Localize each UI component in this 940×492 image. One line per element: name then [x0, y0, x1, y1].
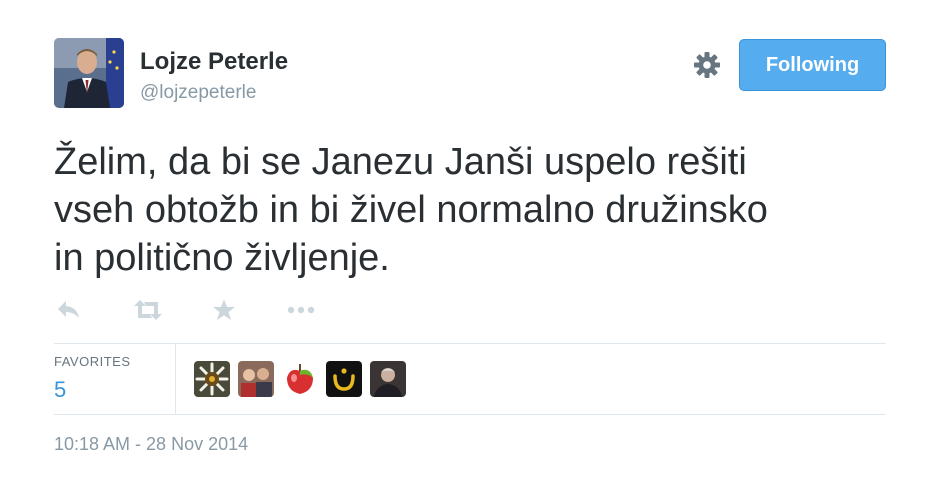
- gear-icon[interactable]: [693, 51, 721, 79]
- tweet-stats: FAVORITES 5: [54, 343, 886, 415]
- favorites-count[interactable]: 5: [54, 377, 66, 403]
- favoriter-avatar[interactable]: [326, 361, 362, 397]
- stats-divider: [175, 344, 176, 414]
- favoriter-avatar[interactable]: [238, 361, 274, 397]
- more-icon[interactable]: [286, 298, 316, 327]
- tweet-text: Želim, da bi se Janezu Janši uspelo reši…: [54, 138, 894, 282]
- reply-icon[interactable]: [56, 298, 82, 327]
- favoriter-avatar[interactable]: [370, 361, 406, 397]
- tweet-timestamp[interactable]: 10:18 AM - 28 Nov 2014: [54, 434, 248, 455]
- avatar[interactable]: [54, 38, 124, 108]
- favoriter-avatar[interactable]: [282, 361, 318, 397]
- author-name[interactable]: Lojze Peterle: [140, 48, 288, 76]
- tweet-text-line-1: Želim, da bi se Janezu Janši uspelo reši…: [54, 141, 747, 183]
- retweet-icon[interactable]: [132, 298, 164, 327]
- favorites-label: FAVORITES: [54, 354, 131, 369]
- star-icon[interactable]: [212, 298, 236, 327]
- following-button-label: Following: [765, 53, 860, 76]
- tweet-card: Lojze Peterle @lojzepeterle Following Že…: [0, 0, 940, 492]
- author-handle[interactable]: @lojzepeterle: [140, 82, 256, 104]
- tweet-text-line-3: in politično življenje.: [54, 237, 390, 279]
- following-button[interactable]: Following: [739, 39, 886, 91]
- tweet-text-line-2: vseh obtožb in bi živel normalno družins…: [54, 189, 768, 231]
- favoriter-avatar[interactable]: [194, 361, 230, 397]
